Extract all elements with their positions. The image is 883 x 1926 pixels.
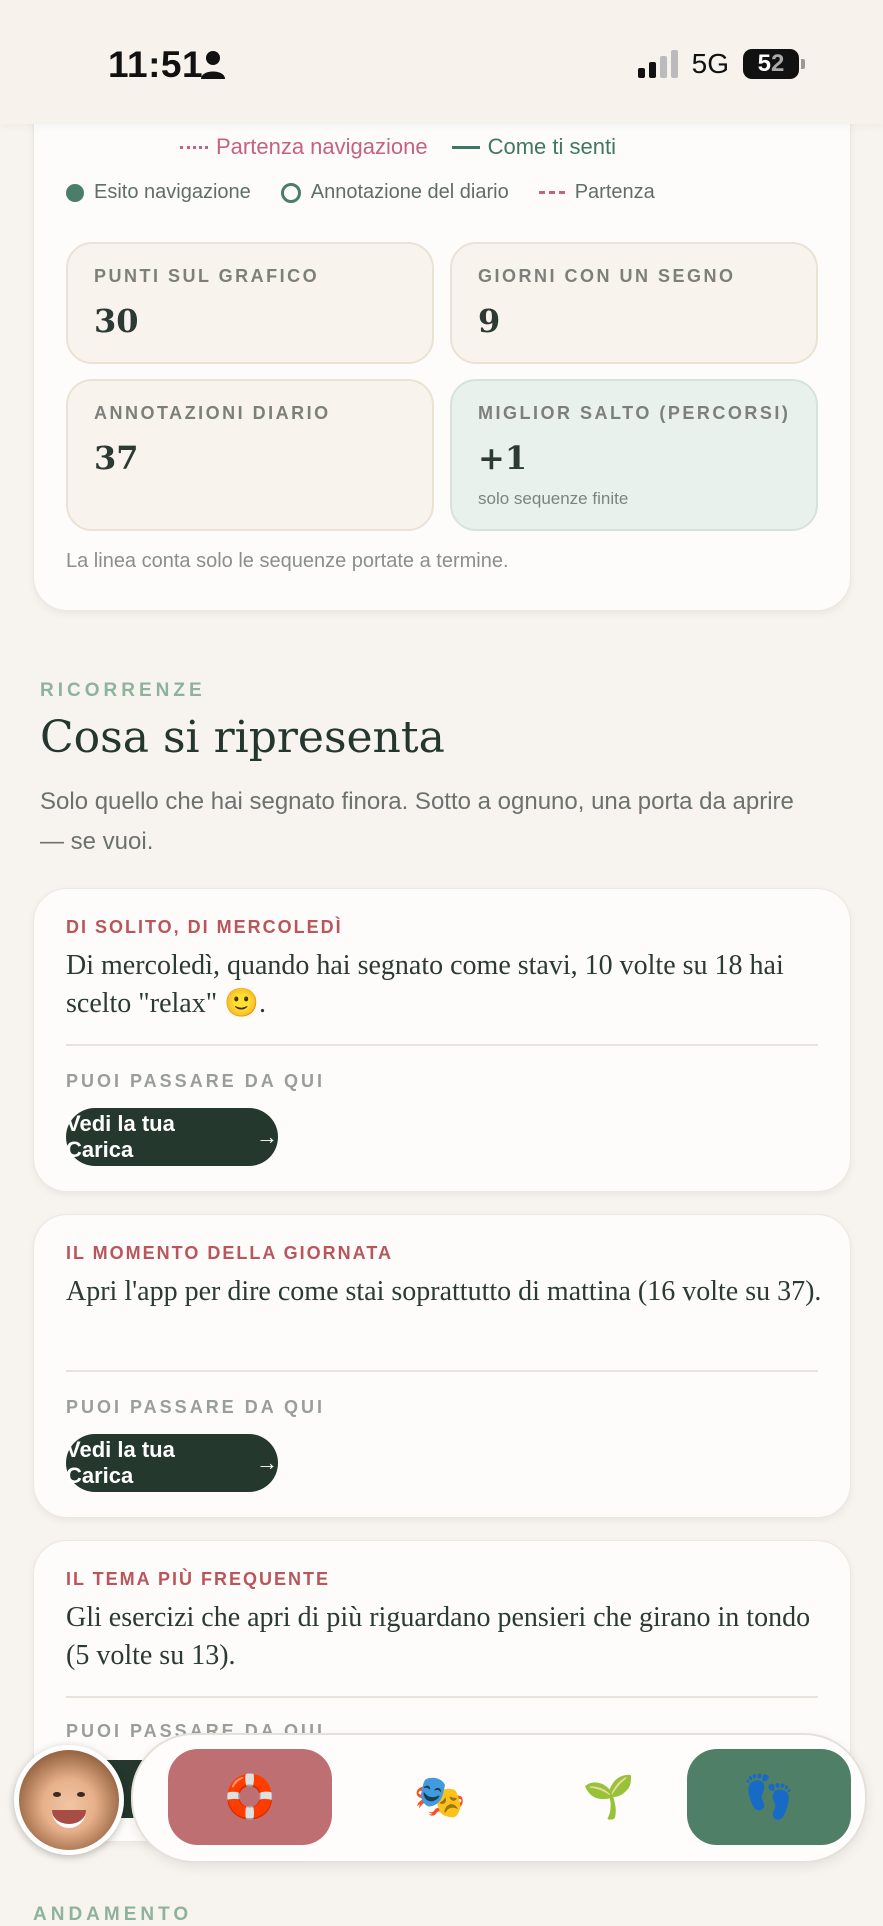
legend-item: Partenza (538, 181, 655, 204)
recurrence-subtitle: PUOI PASSARE DA QUI (66, 1397, 326, 1417)
divider (66, 1044, 818, 1046)
view-charge-button[interactable]: Vedi la tua Carica → (66, 1108, 278, 1166)
stat-label: ANNOTAZIONI DIARIO (94, 403, 331, 423)
stat-label: PUNTI SUL GRAFICO (94, 266, 320, 286)
dotted-line-marker (180, 145, 208, 149)
footprints-icon: 👣 (742, 1772, 796, 1820)
legend-label: Esito navigazione (94, 181, 251, 203)
stat-value: 9 (478, 302, 501, 340)
recurrence-text: Di mercoledì, quando hai segnato come st… (66, 950, 784, 1019)
stat-value: +1 (478, 439, 528, 477)
seedling-icon: 🌱 (582, 1772, 636, 1820)
view-charge-button[interactable]: Vedi la tua Carica → (66, 1434, 278, 1492)
section-description: Solo quello che hai segnato finora. Sott… (40, 788, 794, 855)
battery-level-b: 2 (771, 50, 785, 77)
stat-points-on-chart: PUNTI SUL GRAFICO 30 (66, 242, 434, 364)
stat-value: 30 (94, 302, 139, 340)
legend-label: Partenza (574, 181, 655, 203)
legend-item: Esito navigazione (66, 181, 251, 204)
chart-legend-secondary: Esito navigazione Annotazione del diario… (66, 181, 655, 204)
button-label: Vedi la tua Carica (66, 1111, 175, 1162)
recurrence-card: IL MOMENTO DELLA GIORNATA Apri l'app per… (33, 1214, 851, 1518)
recurrence-eyebrow: IL MOMENTO DELLA GIORNATA (66, 1243, 393, 1263)
recurrence-eyebrow: DI SOLITO, DI MERCOLEDÌ (66, 917, 343, 937)
profile-avatar[interactable] (14, 1745, 124, 1855)
nav-path-button[interactable]: 👣 (687, 1749, 851, 1845)
battery-level-a: 5 (757, 50, 771, 77)
stat-note: solo sequenze finite (478, 489, 629, 508)
dashed-line-marker (538, 191, 565, 194)
stat-best-jump: MIGLIOR SALTO (PERCORSI) +1 solo sequenz… (450, 379, 818, 531)
status-bar: 11:51 5G 52 (0, 0, 883, 124)
recurrence-subtitle: PUOI PASSARE DA QUI (66, 1071, 326, 1091)
legend-label: Partenza navigazione (216, 134, 428, 159)
filled-dot-marker (66, 183, 84, 202)
battery-icon: 52 (743, 49, 805, 79)
legend-item: Come ti senti (451, 134, 616, 160)
bottom-navigation: 🛟 🎭 🌱 👣 (131, 1733, 867, 1863)
solid-line-marker (451, 145, 480, 149)
button-label: Vedi la tua Carica (66, 1437, 175, 1488)
nav-emotions-button[interactable]: 🎭 (370, 1749, 510, 1845)
arrow-right-icon: → (256, 1450, 278, 1475)
divider (66, 1696, 818, 1698)
chart-legend-primary: Partenza navigazione Come ti senti (180, 134, 616, 160)
next-section-eyebrow: ANDAMENTO (33, 1904, 193, 1925)
network-type: 5G (691, 48, 729, 79)
lifebuoy-icon: 🛟 (223, 1772, 277, 1820)
legend-item: Partenza navigazione (180, 134, 428, 160)
ring-marker (280, 182, 301, 203)
avatar-photo (19, 1750, 119, 1850)
legend-label: Annotazione del diario (310, 181, 509, 203)
status-time: 11:51 (108, 44, 204, 85)
theater-masks-icon: 🎭 (413, 1772, 467, 1820)
recurrence-text: Gli esercizi che apri di più riguardano … (66, 1602, 811, 1671)
stat-label: GIORNI CON UN SEGNO (478, 266, 736, 286)
signal-icon (637, 50, 678, 78)
section-eyebrow: RICORRENZE (40, 680, 206, 701)
section-title: Cosa si ripresenta (40, 712, 445, 763)
stat-days-with-mark: GIORNI CON UN SEGNO 9 (450, 242, 818, 364)
recurrence-eyebrow: IL TEMA PIÙ FREQUENTE (66, 1569, 331, 1589)
person-icon (201, 51, 225, 79)
stat-diary-notes: ANNOTAZIONI DIARIO 37 (66, 379, 434, 531)
nav-growth-button[interactable]: 🌱 (539, 1749, 679, 1845)
legend-label: Come ti senti (487, 134, 616, 159)
recurrence-text: Apri l'app per dire come stai soprattutt… (66, 1276, 822, 1307)
recurrence-card: DI SOLITO, DI MERCOLEDÌ Di mercoledì, qu… (33, 888, 851, 1192)
arrow-right-icon: → (256, 1124, 278, 1149)
nav-help-button[interactable]: 🛟 (168, 1749, 332, 1845)
divider (66, 1370, 818, 1372)
stat-value: 37 (94, 439, 139, 477)
stat-label: MIGLIOR SALTO (PERCORSI) (478, 403, 791, 423)
legend-item: Annotazione del diario (280, 181, 509, 204)
chart-footnote: La linea conta solo le sequenze portate … (66, 550, 509, 572)
